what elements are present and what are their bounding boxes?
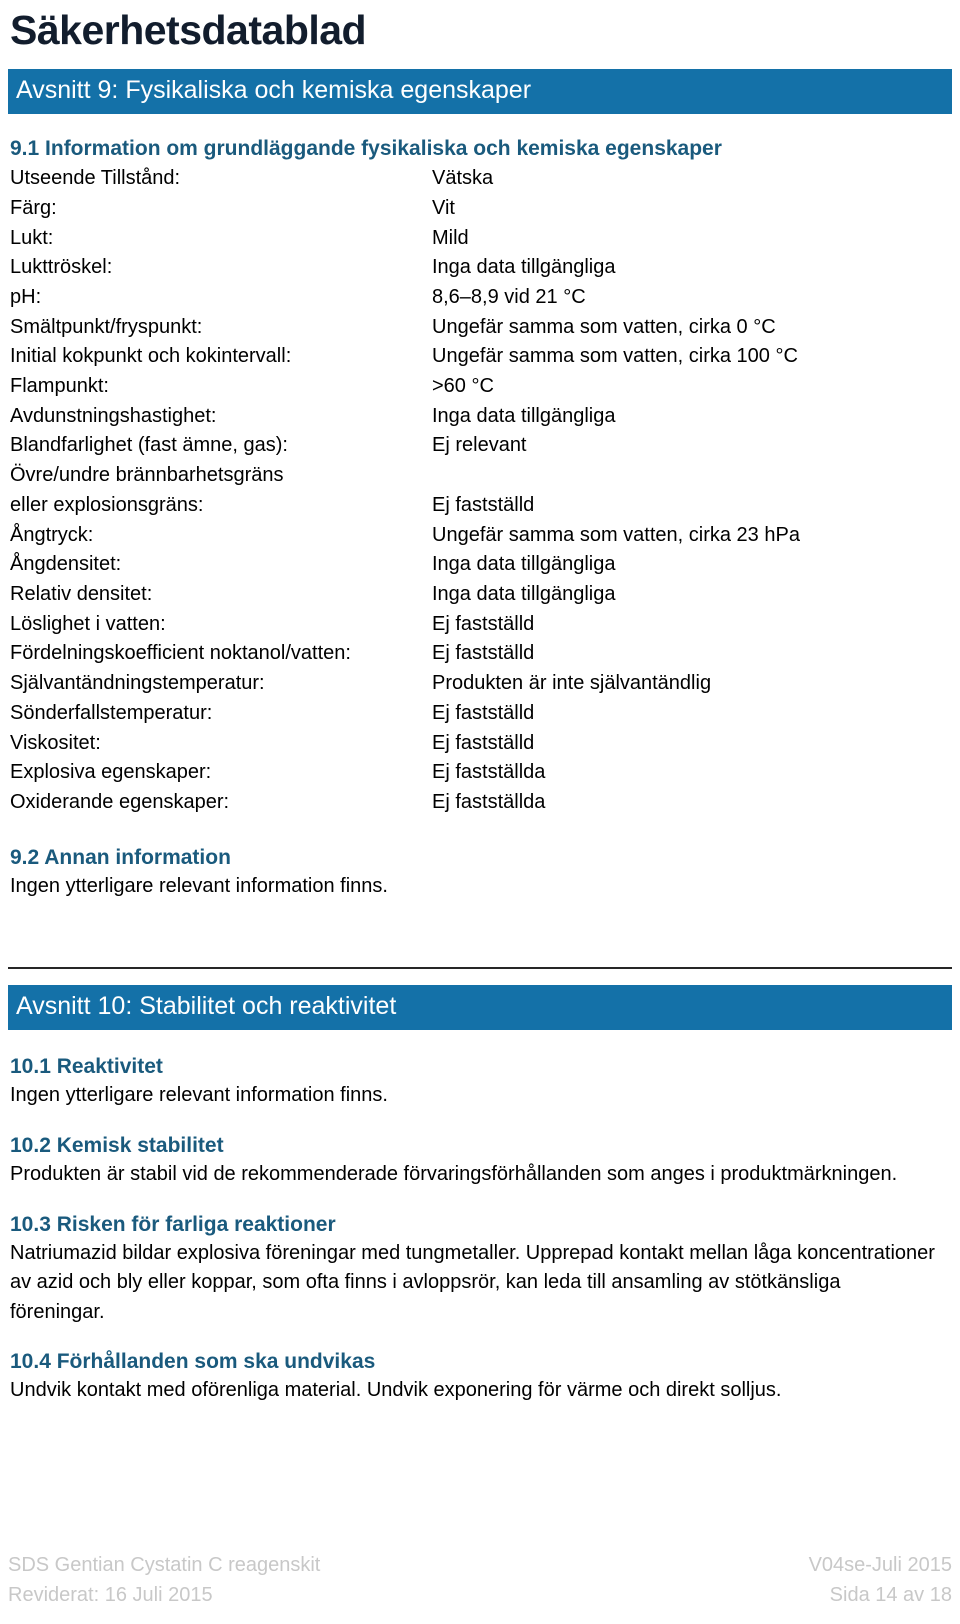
property-value: Ungefär samma som vatten, cirka 0 °C: [432, 315, 776, 338]
footer-version: V04se-Juli 2015: [808, 1554, 952, 1576]
table-row: Lukttröskel: Inga data tillgängliga: [8, 253, 952, 283]
property-value: Ej fastställd: [432, 612, 535, 635]
table-row: Blandfarlighet (fast ämne, gas): Ej rele…: [8, 431, 952, 461]
property-label: Sönderfallstemperatur:: [10, 701, 213, 724]
heading-9-2: 9.2 Annan information: [10, 845, 231, 869]
table-row: Löslighet i vatten: Ej fastställd: [8, 610, 952, 640]
section-banner-9: Avsnitt 9: Fysikaliska och kemiska egens…: [8, 69, 952, 114]
table-row: Smältpunkt/fryspunkt: Ungefär samma som …: [8, 313, 952, 343]
body-10-2: Produkten är stabil vid de rekommenderad…: [10, 1163, 898, 1186]
property-label: Löslighet i vatten:: [10, 612, 166, 635]
property-value: Inga data tillgängliga: [432, 553, 616, 576]
footer-page-number: Sida 14 av 18: [829, 1584, 952, 1606]
property-label: Fördelningskoefficient noktanol/vatten:: [10, 642, 351, 665]
physical-properties-list: Utseende Tillstånd: Vätska Färg: Vit Luk…: [8, 163, 952, 817]
property-label: Viskositet:: [10, 731, 101, 754]
body-10-1: Ingen ytterligare relevant information f…: [10, 1084, 388, 1107]
property-label: Initial kokpunkt och kokintervall:: [10, 345, 292, 368]
table-row: Ångtryck: Ungefär samma som vatten, cirk…: [8, 521, 952, 551]
table-row: Oxiderande egenskaper: Ej fastställda: [8, 788, 952, 818]
document-page: Säkerhetsdatablad Avsnitt 9: Fysikaliska…: [0, 0, 960, 1624]
property-label: eller explosionsgräns:: [10, 493, 204, 516]
table-row: Färg: Vit: [8, 194, 952, 224]
property-value: >60 °C: [432, 375, 494, 398]
property-value: Ungefär samma som vatten, cirka 23 hPa: [432, 523, 800, 546]
property-value: Vit: [432, 196, 455, 219]
property-value: Ej fastställda: [432, 790, 546, 813]
footer-left: SDS Gentian Cystatin C reagenskit Revide…: [8, 1550, 320, 1610]
table-row: eller explosionsgräns: Ej fastställd: [8, 491, 952, 521]
property-value: Ej fastställd: [432, 642, 535, 665]
heading-9-1: 9.1 Information om grundläggande fysikal…: [10, 137, 722, 160]
property-label: Självantändningstemperatur:: [10, 672, 265, 695]
property-label: pH:: [10, 285, 42, 308]
heading-10-2: 10.2 Kemisk stabilitet: [10, 1133, 224, 1157]
table-row: Viskositet: Ej fastställd: [8, 729, 952, 759]
heading-10-3: 10.3 Risken för farliga reaktioner: [10, 1212, 336, 1236]
property-value: Ej fastställd: [432, 731, 535, 754]
table-row: Ångdensitet: Inga data tillgängliga: [8, 550, 952, 580]
property-value: Mild: [432, 226, 469, 249]
table-row: Explosiva egenskaper: Ej fastställda: [8, 758, 952, 788]
property-label: Ångdensitet:: [10, 553, 122, 576]
body-10-3: Natriumazid bildar explosiva föreningar …: [10, 1241, 935, 1323]
footer-right: V04se-Juli 2015 Sida 14 av 18: [809, 1550, 952, 1610]
property-label: Blandfarlighet (fast ämne, gas):: [10, 434, 288, 457]
body-9-2: Ingen ytterligare relevant information f…: [10, 874, 388, 897]
table-row: Självantändningstemperatur: Produkten är…: [8, 669, 952, 699]
property-value: Produkten är inte självantändlig: [432, 672, 712, 695]
property-label: Färg:: [10, 196, 57, 219]
property-label: Relativ densitet:: [10, 582, 153, 605]
property-value: Ej fastställd: [432, 493, 535, 516]
page-footer: SDS Gentian Cystatin C reagenskit Revide…: [8, 1550, 952, 1610]
heading-10-4: 10.4 Förhållanden som ska undvikas: [10, 1350, 376, 1374]
body-10-4: Undvik kontakt med oförenliga material. …: [10, 1379, 782, 1402]
table-row: Avdunstningshastighet: Inga data tillgän…: [8, 402, 952, 432]
property-value: Inga data tillgängliga: [432, 256, 616, 279]
footer-product-name: SDS Gentian Cystatin C reagenskit: [8, 1554, 321, 1576]
property-value: Ungefär samma som vatten, cirka 100 °C: [432, 345, 798, 368]
property-value: Ej relevant: [432, 434, 527, 457]
property-value: Inga data tillgängliga: [432, 582, 616, 605]
heading-10-1: 10.1 Reaktivitet: [10, 1055, 163, 1079]
property-label: Smältpunkt/fryspunkt:: [10, 315, 203, 338]
table-row: Utseende Tillstånd: Vätska: [8, 164, 952, 194]
property-value: 8,6–8,9 vid 21 °C: [432, 285, 586, 308]
page-title: Säkerhetsdatablad: [10, 7, 367, 53]
horizontal-rule: [8, 967, 952, 970]
property-value: Vätska: [432, 167, 494, 190]
property-label: Utseende Tillstånd:: [10, 167, 181, 190]
table-row: Sönderfallstemperatur: Ej fastställd: [8, 699, 952, 729]
table-row: Övre/undre brännbarhetsgräns: [8, 461, 952, 491]
footer-revised-date: Reviderat: 16 Juli 2015: [8, 1584, 213, 1606]
property-label: Flampunkt:: [10, 375, 109, 398]
property-label: Övre/undre brännbarhetsgräns: [10, 464, 284, 487]
property-label: Oxiderande egenskaper:: [10, 790, 230, 813]
property-label: Avdunstningshastighet:: [10, 404, 217, 427]
property-value: Inga data tillgängliga: [432, 404, 616, 427]
table-row: Flampunkt: >60 °C: [8, 372, 952, 402]
section-divider-wrap: [8, 901, 952, 970]
section-banner-10: Avsnitt 10: Stabilitet och reaktivitet: [8, 985, 952, 1031]
property-value: Ej fastställd: [432, 701, 535, 724]
property-label: Explosiva egenskaper:: [10, 761, 212, 784]
table-row: Relativ densitet: Inga data tillgängliga: [8, 580, 952, 610]
table-row: pH: 8,6–8,9 vid 21 °C: [8, 283, 952, 313]
property-label: Lukttröskel:: [10, 256, 113, 279]
table-row: Lukt: Mild: [8, 224, 952, 254]
property-label: Ångtryck:: [10, 523, 94, 546]
property-value: Ej fastställda: [432, 761, 546, 784]
table-row: Fördelningskoefficient noktanol/vatten: …: [8, 639, 952, 669]
property-label: Lukt:: [10, 226, 54, 249]
table-row: Initial kokpunkt och kokintervall: Ungef…: [8, 342, 952, 372]
